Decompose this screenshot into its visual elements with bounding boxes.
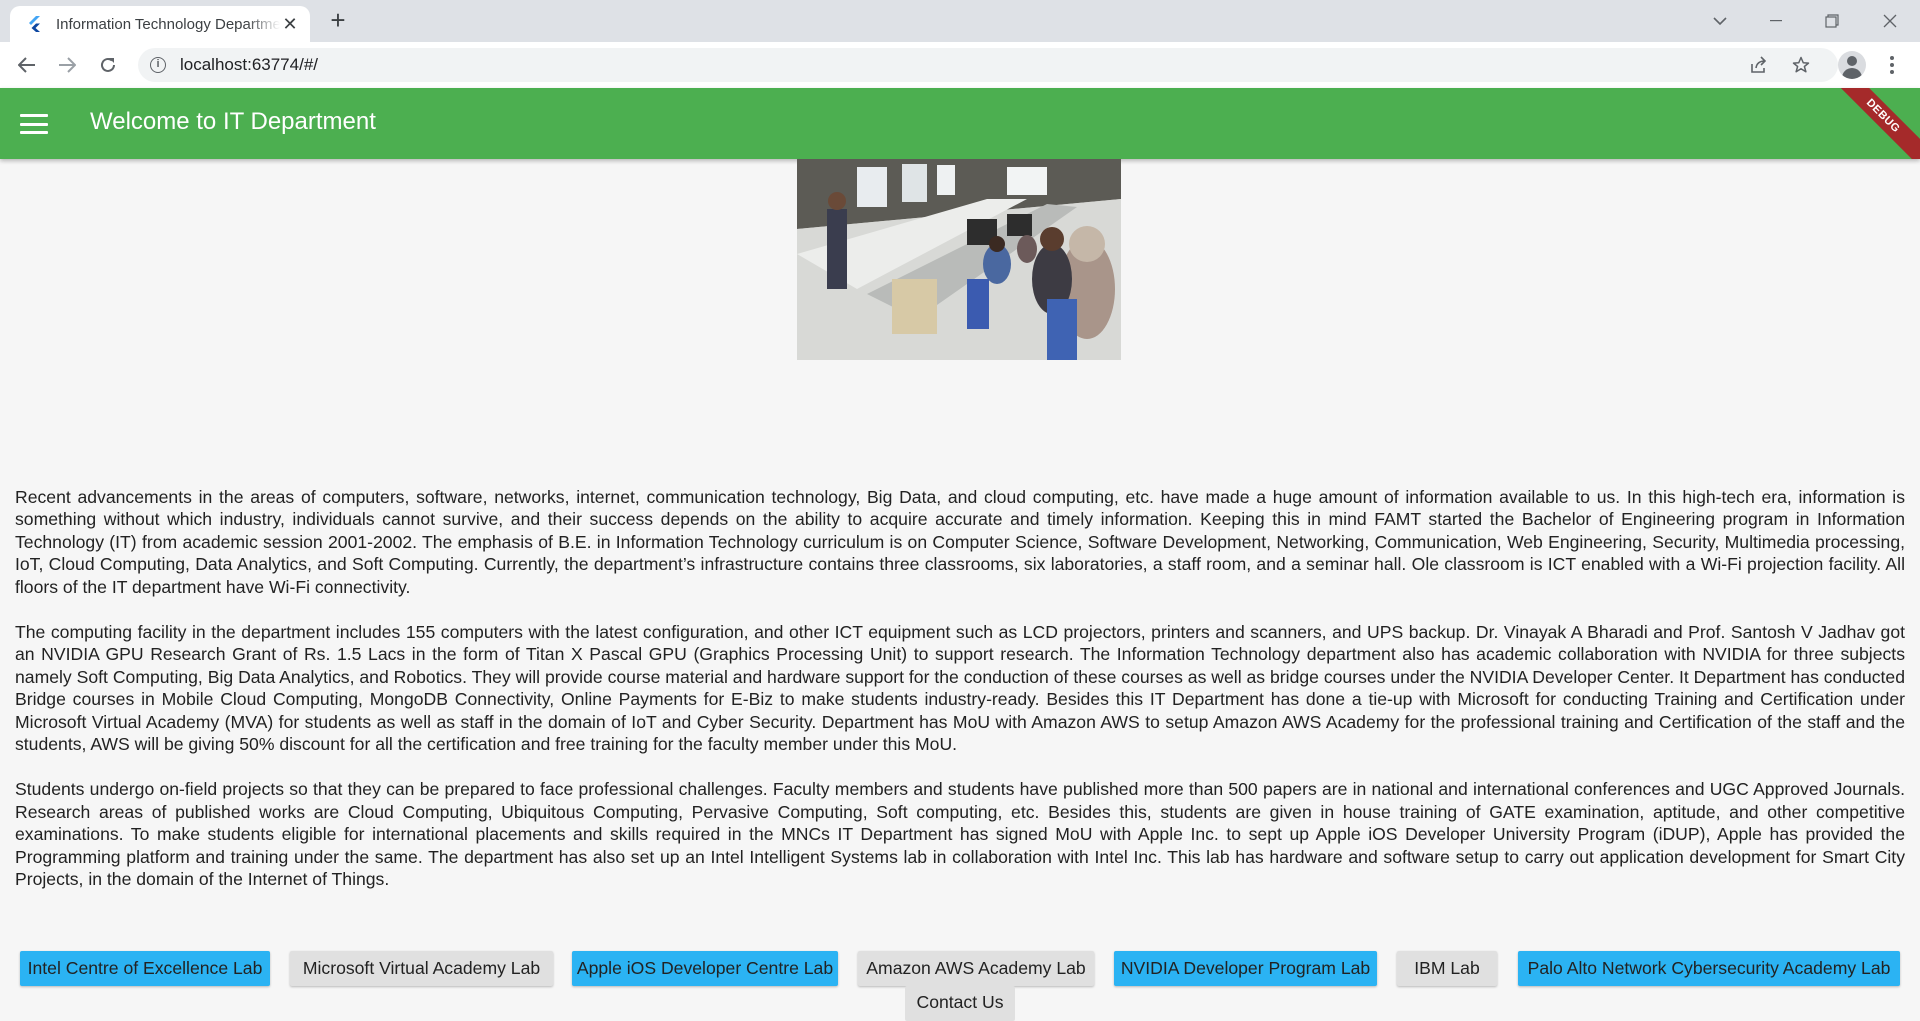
site-info-icon[interactable]: i	[150, 57, 166, 73]
reload-icon[interactable]	[93, 50, 123, 80]
tab-search-chevron-icon[interactable]	[1692, 0, 1748, 42]
amazon-aws-lab-button[interactable]: Amazon AWS Academy Lab	[858, 951, 1094, 986]
back-arrow-icon[interactable]	[12, 50, 42, 80]
apple-lab-button[interactable]: Apple iOS Developer Centre Lab	[572, 951, 838, 986]
close-tab-icon[interactable]: ✕	[280, 14, 300, 35]
page-title: Welcome to IT Department	[90, 108, 376, 135]
contact-us-button[interactable]: Contact Us	[905, 986, 1015, 1021]
flutter-favicon-icon	[26, 16, 42, 32]
classroom-photo	[797, 159, 1121, 360]
browser-tab[interactable]: Information Technology Department ✕	[10, 6, 310, 42]
new-tab-button[interactable]: +	[326, 7, 350, 33]
ibm-lab-button[interactable]: IBM Lab	[1397, 951, 1497, 986]
browser-toolbar: i localhost:63774/#/	[0, 42, 1920, 88]
debug-banner: DEBUG	[1822, 88, 1920, 159]
nvidia-lab-button[interactable]: NVIDIA Developer Program Lab	[1114, 951, 1377, 986]
palo-alto-lab-button[interactable]: Palo Alto Network Cybersecurity Academy …	[1518, 951, 1900, 986]
minimize-icon[interactable]	[1748, 0, 1804, 42]
app-bar: Welcome to IT Department DEBUG	[0, 88, 1920, 159]
department-description: Recent advancements in the areas of comp…	[15, 486, 1905, 914]
forward-arrow-icon[interactable]	[52, 50, 82, 80]
microsoft-lab-button[interactable]: Microsoft Virtual Academy Lab	[290, 951, 553, 986]
paragraph-intro: Recent advancements in the areas of comp…	[15, 487, 1905, 597]
tab-title: Information Technology Department	[56, 15, 280, 33]
url-text: localhost:63774/#/	[180, 55, 318, 74]
menu-icon[interactable]	[20, 114, 48, 134]
share-icon[interactable]	[1742, 48, 1776, 82]
profile-avatar-icon[interactable]	[1838, 51, 1866, 79]
address-bar[interactable]: i localhost:63774/#/	[138, 48, 1838, 82]
bookmark-star-icon[interactable]	[1784, 48, 1818, 82]
browser-menu-icon[interactable]	[1882, 50, 1902, 80]
close-window-icon[interactable]	[1862, 0, 1918, 42]
lab-buttons-row: Intel Centre of Excellence Lab Microsoft…	[0, 951, 1920, 986]
paragraph-computing-facility: The computing facility in the department…	[15, 622, 1905, 755]
browser-tab-strip: Information Technology Department ✕ +	[0, 0, 1920, 42]
intel-lab-button[interactable]: Intel Centre of Excellence Lab	[20, 951, 270, 986]
paragraph-students-projects: Students undergo on-field projects so th…	[15, 779, 1905, 890]
restore-icon[interactable]	[1804, 0, 1860, 42]
